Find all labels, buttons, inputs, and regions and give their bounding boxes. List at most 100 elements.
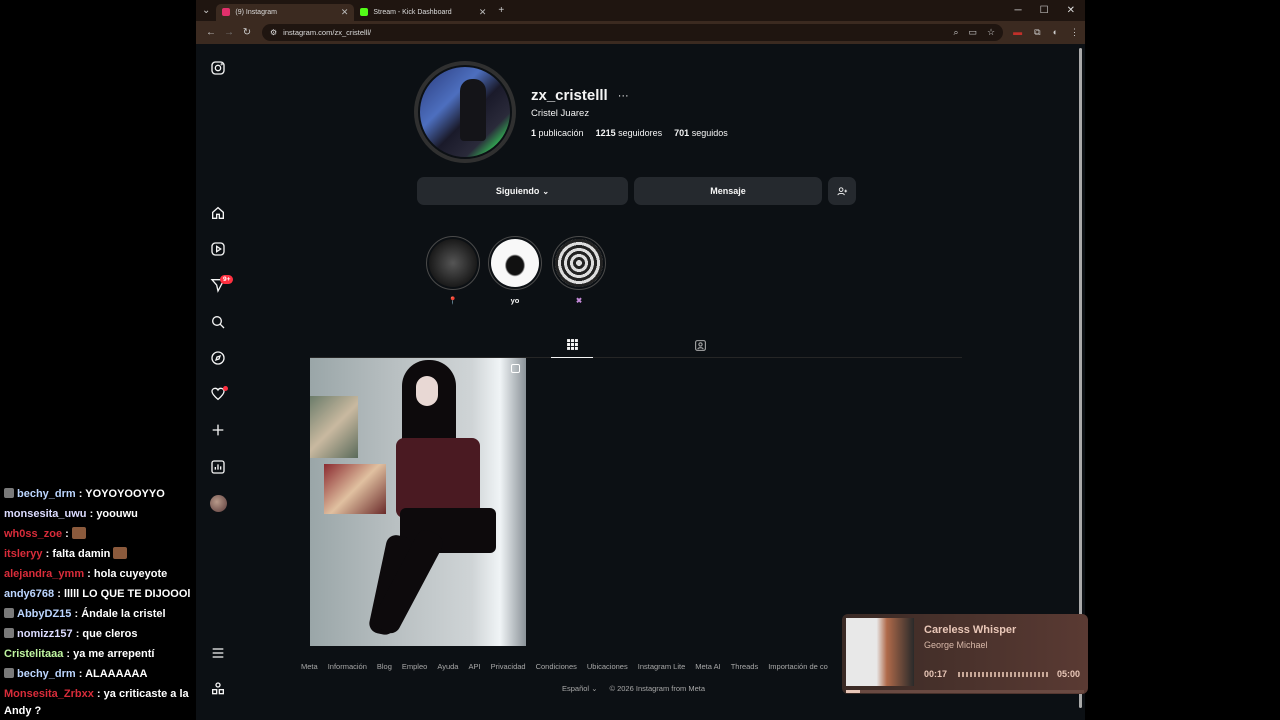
address-bar[interactable]: ⚙ instagram.com/zx_cristelll/ ⌕ ▭ ☆ (262, 24, 1004, 41)
more-menu-icon[interactable] (209, 644, 227, 662)
tab-instagram[interactable]: (9) Instagram ✕ (216, 3, 355, 21)
story-highlight[interactable]: 📍 (425, 236, 481, 305)
chat-message: bechy_drm : ALAAAAAA (0, 664, 196, 684)
footer-link[interactable]: Meta AI (695, 662, 720, 671)
highlight-label: yo (510, 296, 520, 305)
chat-message: itsleryy : falta damin (0, 544, 196, 564)
tab-title: (9) Instagram (235, 8, 278, 16)
copyright: © 2026 Instagram from Meta (609, 684, 706, 693)
username: zx_cristelll (531, 87, 608, 104)
reload-icon[interactable]: ↻ (238, 27, 256, 38)
tagged-icon (694, 339, 706, 351)
language-select[interactable]: Español ⌄ (562, 684, 597, 693)
footer-link[interactable]: Blog (377, 662, 392, 671)
message-button[interactable]: Mensaje (634, 177, 822, 205)
dashboard-icon[interactable] (209, 458, 227, 476)
chat-text: ya me arrepentí (73, 648, 155, 660)
footer-link[interactable]: Privacidad (491, 662, 526, 671)
reels-icon[interactable] (209, 240, 227, 258)
chat-username[interactable]: wh0ss_zoe (4, 528, 62, 540)
explore-icon[interactable] (209, 349, 227, 367)
close-tab-icon[interactable]: ✕ (341, 7, 349, 18)
search-icon[interactable] (209, 313, 227, 331)
minimize-icon[interactable]: ─ (1015, 5, 1022, 16)
chat-message: AbbyDZ15 : Ándale la cristel (0, 604, 196, 624)
highlight-label: ✖ (575, 296, 583, 305)
user-badge-icon (4, 608, 14, 618)
tab-tagged[interactable] (679, 332, 721, 358)
chat-message: andy6768 : lllll LO QUE TE DIJOOOl (4, 588, 191, 600)
tab-posts[interactable] (551, 332, 593, 358)
scrollbar[interactable] (1078, 48, 1083, 712)
instagram-favicon-icon (222, 8, 231, 16)
maximize-icon[interactable]: ☐ (1040, 5, 1049, 16)
back-icon[interactable]: ← (202, 27, 220, 38)
close-window-icon[interactable]: ✕ (1067, 5, 1075, 16)
footer-link[interactable]: Importación de co (768, 662, 828, 671)
chat-username[interactable]: alejandra_ymm (4, 568, 84, 580)
footer-link[interactable]: Instagram Lite (638, 662, 686, 671)
also-from-meta-icon[interactable] (209, 680, 227, 698)
following-stat[interactable]: 701 seguidos (674, 128, 728, 138)
menu-icon[interactable]: ⋮ (1070, 27, 1079, 38)
profile-picture[interactable] (414, 61, 516, 163)
chat-username[interactable]: nomizz157 (17, 628, 73, 640)
bookmark-star-icon[interactable]: ☆ (987, 27, 995, 38)
profile-icon[interactable]: ◐ (1053, 27, 1058, 38)
chat-username[interactable]: Cristelitaaa (4, 648, 63, 660)
chat-username[interactable]: Monsesita_Zrbxx (4, 688, 94, 700)
cast-icon[interactable]: ▭ (969, 27, 978, 38)
highlight-cover (491, 239, 539, 287)
browser-window: ⌄ (9) Instagram ✕ Stream - Kick Dashboar… (196, 0, 1085, 720)
site-info-icon[interactable]: ⚙ (270, 28, 277, 37)
chat-message: Monsesita_Zrbxx : ya criticaste a la And… (4, 688, 189, 717)
post-image-detail (396, 438, 480, 518)
zoom-icon[interactable]: ⌕ (953, 27, 958, 38)
footer-link[interactable]: Meta (301, 662, 318, 671)
home-icon[interactable] (209, 204, 227, 222)
close-tab-icon[interactable]: ✕ (479, 7, 487, 18)
song-artist: George Michael (924, 640, 988, 650)
footer-link[interactable]: Threads (731, 662, 759, 671)
tab-search-icon[interactable]: ⌄ (196, 5, 216, 16)
footer-link[interactable]: Condiciones (536, 662, 577, 671)
suggested-users-button[interactable] (828, 177, 856, 205)
chat-text: que cleros (82, 628, 138, 640)
chat-username[interactable]: andy6768 (4, 588, 54, 600)
chat-username[interactable]: AbbyDZ15 (17, 608, 71, 620)
chat-message: Cristelitaaa : ya me arrepentí (4, 648, 155, 660)
story-highlight[interactable]: yo (487, 236, 543, 305)
following-button[interactable]: Siguiendo ⌄ (417, 177, 628, 205)
chat-username[interactable]: bechy_drm (17, 488, 76, 500)
chat-username[interactable]: monsesita_uwu (4, 508, 87, 520)
footer-link[interactable]: API (468, 662, 480, 671)
add-person-icon (836, 186, 847, 195)
stream-chat: bechy_drm : YOYOYOOYYO monsesita_uwu : yo… (0, 484, 196, 720)
create-icon[interactable] (209, 421, 227, 439)
post-thumbnail[interactable] (310, 358, 526, 646)
footer-link[interactable]: Información (328, 662, 367, 671)
recording-icon[interactable]: ▬ (1013, 27, 1022, 38)
profile-avatar[interactable] (210, 495, 227, 512)
instagram-logo-icon[interactable] (209, 59, 227, 77)
forward-icon[interactable]: → (220, 27, 238, 38)
extensions-icon[interactable]: ⧉ (1034, 27, 1040, 38)
tab-kick-dashboard[interactable]: Stream - Kick Dashboard ✕ (354, 4, 492, 21)
footer-link[interactable]: Empleo (402, 662, 427, 671)
new-tab-icon[interactable]: + (492, 5, 510, 16)
chat-username[interactable]: bechy_drm (17, 668, 76, 680)
followers-stat[interactable]: 1215 seguidores (596, 128, 663, 138)
total-time: 05:00 (1057, 669, 1081, 679)
chat-username[interactable]: itsleryy (4, 548, 43, 560)
footer-link[interactable]: Ubicaciones (587, 662, 628, 671)
story-highlight[interactable]: ✖ (551, 236, 607, 305)
scrollbar-thumb[interactable] (1079, 48, 1082, 708)
highlight-cover (555, 239, 603, 287)
activity-dot (223, 386, 228, 391)
posts-stat: 1 publicación (531, 128, 584, 138)
highlight-label: 📍 (448, 296, 458, 305)
notification-badge: 9+ (220, 275, 234, 284)
options-icon[interactable]: ··· (618, 90, 629, 102)
footer-link[interactable]: Ayuda (437, 662, 458, 671)
tab-bar: ⌄ (9) Instagram ✕ Stream - Kick Dashboar… (196, 0, 1085, 21)
